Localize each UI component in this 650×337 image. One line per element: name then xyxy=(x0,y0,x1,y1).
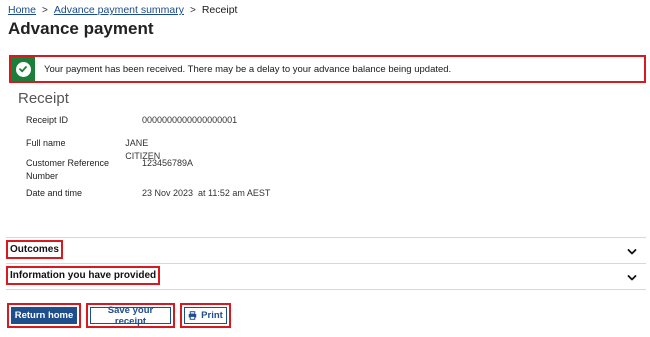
chevron-down-icon[interactable] xyxy=(626,246,638,258)
crn-value: 123456789A xyxy=(142,158,194,168)
breadcrumb-summary-link[interactable]: Advance payment summary xyxy=(54,4,184,16)
check-circle-icon xyxy=(15,61,31,77)
divider xyxy=(6,237,646,238)
breadcrumb-separator: > xyxy=(42,4,48,16)
print-button[interactable]: Print xyxy=(184,307,227,324)
crn-label: Customer Reference Number xyxy=(26,158,110,181)
date-time-value: 23 Nov 2023 at 11:52 am AEST xyxy=(142,188,271,198)
chevron-down-icon[interactable] xyxy=(626,272,638,284)
return-home-button[interactable]: Return home xyxy=(11,307,77,324)
divider xyxy=(6,263,646,264)
receipt-heading: Receipt xyxy=(18,90,69,107)
accordion-outcomes[interactable]: Outcomes xyxy=(6,240,63,259)
receipt-id-value: 0000000000000000001 xyxy=(142,115,238,125)
accordion-outcomes-title: Outcomes xyxy=(10,244,59,255)
print-label: Print xyxy=(201,310,223,321)
alert-message: Your payment has been received. There ma… xyxy=(44,63,452,75)
accordion-information-provided[interactable]: Information you have provided xyxy=(6,266,161,285)
divider xyxy=(6,289,646,290)
receipt-row: Receipt ID 0000000000000000001 xyxy=(26,114,237,127)
breadcrumb-separator: > xyxy=(190,4,196,16)
receipt-row: Customer Reference Number 123456789A xyxy=(26,157,193,183)
breadcrumb: Home > Advance payment summary > Receipt xyxy=(8,4,237,16)
receipt-id-label: Receipt ID xyxy=(26,115,69,125)
save-receipt-button[interactable]: Save your receipt xyxy=(90,305,171,327)
alert-icon-container xyxy=(11,57,35,81)
success-alert: Your payment has been received. There ma… xyxy=(9,55,646,83)
date-time-label: Date and time xyxy=(26,188,83,198)
receipt-row: Date and time 23 Nov 2023 at 11:52 am AE… xyxy=(26,187,270,200)
breadcrumb-current: Receipt xyxy=(201,4,238,16)
printer-icon xyxy=(188,311,197,320)
breadcrumb-home-link[interactable]: Home xyxy=(8,4,36,16)
page-title: Advance payment xyxy=(8,19,154,38)
accordion-information-title: Information you have provided xyxy=(10,270,157,281)
